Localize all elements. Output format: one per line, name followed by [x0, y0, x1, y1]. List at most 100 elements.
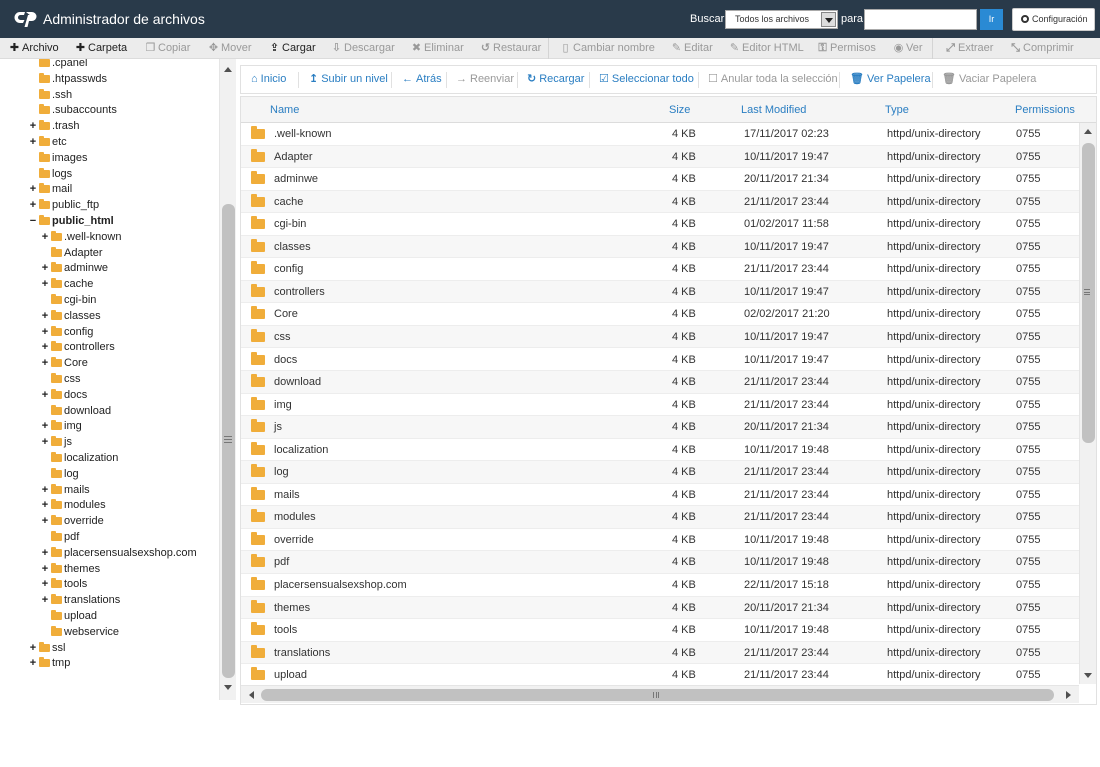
tree-item[interactable]: + public_ftp — [28, 197, 99, 213]
tree-item[interactable]: + .well-known — [40, 229, 121, 245]
expand-icon[interactable]: + — [28, 655, 38, 671]
table-row[interactable]: Core 4 KB 02/02/2017 21:20 httpd/unix-direc… — [241, 303, 1079, 326]
table-row[interactable]: docs 4 KB 10/11/2017 19:47 httpd/unix-direc… — [241, 349, 1079, 371]
table-row[interactable]: pdf 4 KB 10/11/2017 19:48 httpd/unix-direct… — [241, 551, 1079, 574]
expand-icon[interactable]: + — [40, 418, 50, 434]
tree-item[interactable]: + override — [40, 513, 104, 529]
tree-item[interactable]: + tools — [40, 576, 87, 592]
tree-item[interactable]: + translations — [40, 592, 120, 608]
table-row[interactable]: img 4 KB 21/11/2017 23:44 httpd/unix-direct… — [241, 394, 1079, 417]
column-type[interactable]: Type — [885, 97, 909, 123]
tree-item[interactable]: .subaccounts — [28, 102, 117, 118]
expand-icon[interactable]: + — [40, 545, 50, 561]
tree-item[interactable]: + classes — [40, 308, 101, 324]
expand-icon[interactable]: + — [28, 118, 38, 134]
table-row[interactable]: localization 4 KB 10/11/2017 19:48 httpd/un… — [241, 439, 1079, 462]
expand-icon[interactable]: + — [28, 197, 38, 213]
expand-icon[interactable]: + — [40, 308, 50, 324]
tree-item[interactable]: + placersensualsexshop.com — [40, 545, 197, 561]
table-row[interactable]: upload 4 KB 21/11/2017 23:44 httpd/unix-dir… — [241, 664, 1079, 687]
edit-button[interactable]: ✎ Editar — [671, 38, 713, 59]
tree-item[interactable]: + themes — [40, 561, 100, 577]
table-row[interactable]: log 4 KB 21/11/2017 23:44 httpd/unix-direct… — [241, 461, 1079, 484]
tree-item[interactable]: + ssl — [28, 640, 65, 656]
tree-item[interactable]: logs — [28, 166, 72, 182]
scroll-up-icon[interactable] — [1084, 129, 1092, 134]
table-row[interactable]: translations 4 KB 21/11/2017 23:44 httpd/un… — [241, 641, 1079, 665]
table-row[interactable]: css 4 KB 10/11/2017 19:47 httpd/unix-direct… — [241, 325, 1079, 349]
reload-button[interactable]: ↻ Recargar — [527, 66, 584, 93]
tree-item[interactable]: .ssh — [28, 87, 72, 103]
select-all-button[interactable]: ☑ Seleccionar todo — [599, 66, 694, 93]
tree-item[interactable]: localization — [40, 450, 118, 466]
search-go-button[interactable]: Ir — [980, 9, 1003, 30]
scroll-down-icon[interactable] — [1084, 673, 1092, 678]
expand-icon[interactable]: + — [40, 355, 50, 371]
expand-icon[interactable]: + — [40, 497, 50, 513]
expand-icon[interactable]: + — [28, 134, 38, 150]
tree-item[interactable]: cgi-bin — [40, 292, 96, 308]
tree-item[interactable]: + adminwe — [40, 260, 108, 276]
tree-item[interactable]: + config — [40, 324, 93, 340]
tree-item[interactable]: + .trash — [28, 118, 80, 134]
tree-item[interactable]: + modules — [40, 497, 106, 513]
expand-icon[interactable]: + — [40, 260, 50, 276]
tree-scrollbar[interactable] — [219, 59, 236, 700]
table-row[interactable]: js 4 KB 20/11/2017 21:34 httpd/unix-directo… — [241, 416, 1079, 439]
tree-item[interactable]: Adapter — [40, 245, 103, 261]
table-row[interactable]: cgi-bin 4 KB 01/02/2017 11:58 httpd/unix-di… — [241, 213, 1079, 236]
deselect-all-button[interactable]: ☐ Anular toda la selección — [708, 66, 838, 93]
tree-item[interactable]: − public_html — [28, 213, 114, 229]
search-scope-select[interactable]: Todos los archivos — [725, 10, 838, 29]
expand-icon[interactable]: + — [28, 181, 38, 197]
tree-item[interactable]: + img — [40, 418, 82, 434]
tree-item[interactable]: + mail — [28, 181, 72, 197]
table-row[interactable]: themes 4 KB 20/11/2017 21:34 httpd/unix-dir… — [241, 596, 1079, 620]
table-row[interactable]: override 4 KB 10/11/2017 19:48 httpd/unix-d… — [241, 529, 1079, 552]
expand-icon[interactable]: + — [28, 640, 38, 656]
scroll-right-icon[interactable] — [1066, 691, 1071, 699]
extract-button[interactable]: ⤢ Extraer — [945, 38, 993, 59]
new-folder-button[interactable]: ✚ Carpeta — [75, 38, 127, 59]
expand-icon[interactable]: + — [40, 561, 50, 577]
tree-item[interactable]: download — [40, 403, 111, 419]
expand-icon[interactable]: + — [40, 276, 50, 292]
tree-item[interactable]: + controllers — [40, 339, 115, 355]
tree-item[interactable]: + mails — [40, 482, 90, 498]
table-row[interactable]: tools 4 KB 10/11/2017 19:48 httpd/unix-dire… — [241, 619, 1079, 642]
column-name[interactable]: Name — [270, 97, 299, 123]
table-row[interactable]: adminwe 4 KB 20/11/2017 21:34 httpd/unix-di… — [241, 168, 1079, 191]
new-file-button[interactable]: ✚ Archivo — [9, 38, 59, 59]
tree-item[interactable]: + js — [40, 434, 72, 450]
upload-button[interactable]: ⇪ Cargar — [269, 38, 316, 59]
column-size[interactable]: Size — [669, 97, 690, 123]
expand-icon[interactable]: + — [40, 229, 50, 245]
table-horizontal-scrollbar[interactable] — [241, 685, 1079, 703]
tree-item[interactable]: + docs — [40, 387, 87, 403]
html-editor-button[interactable]: ✎ Editor HTML — [729, 38, 804, 59]
scroll-left-icon[interactable] — [249, 691, 254, 699]
settings-button[interactable]: Configuración — [1012, 8, 1095, 31]
empty-trash-button[interactable]: 🗑 Vaciar Papelera — [942, 66, 1036, 93]
delete-button[interactable]: ✖ Eliminar — [411, 38, 464, 59]
column-permissions[interactable]: Permissions — [1015, 97, 1075, 123]
tree-item[interactable]: + tmp — [28, 655, 70, 671]
table-row[interactable]: cache 4 KB 21/11/2017 23:44 httpd/unix-dire… — [241, 190, 1079, 214]
table-row[interactable]: config 4 KB 21/11/2017 23:44 httpd/unix-dir… — [241, 258, 1079, 281]
back-button[interactable]: ← Atrás — [402, 66, 442, 93]
restore-button[interactable]: ↺ Restaurar — [480, 38, 541, 59]
tree-item[interactable]: .htpasswds — [28, 71, 107, 87]
expand-icon[interactable]: + — [40, 592, 50, 608]
expand-icon[interactable]: + — [40, 339, 50, 355]
table-row[interactable]: mails 4 KB 21/11/2017 23:44 httpd/unix-dire… — [241, 484, 1079, 507]
expand-icon[interactable]: + — [40, 387, 50, 403]
table-row[interactable]: download 4 KB 21/11/2017 23:44 httpd/unix-d… — [241, 371, 1079, 394]
table-row[interactable]: controllers 4 KB 10/11/2017 19:47 httpd/uni… — [241, 280, 1079, 304]
column-last-modified[interactable]: Last Modified — [741, 97, 806, 123]
search-input[interactable] — [864, 9, 977, 30]
tree-item[interactable]: + cache — [40, 276, 93, 292]
rename-button[interactable]: ▯ Cambiar nombre — [560, 38, 654, 59]
tree-item[interactable]: .cpanel — [28, 59, 87, 71]
expand-icon[interactable]: + — [40, 324, 50, 340]
expand-icon[interactable]: + — [40, 513, 50, 529]
